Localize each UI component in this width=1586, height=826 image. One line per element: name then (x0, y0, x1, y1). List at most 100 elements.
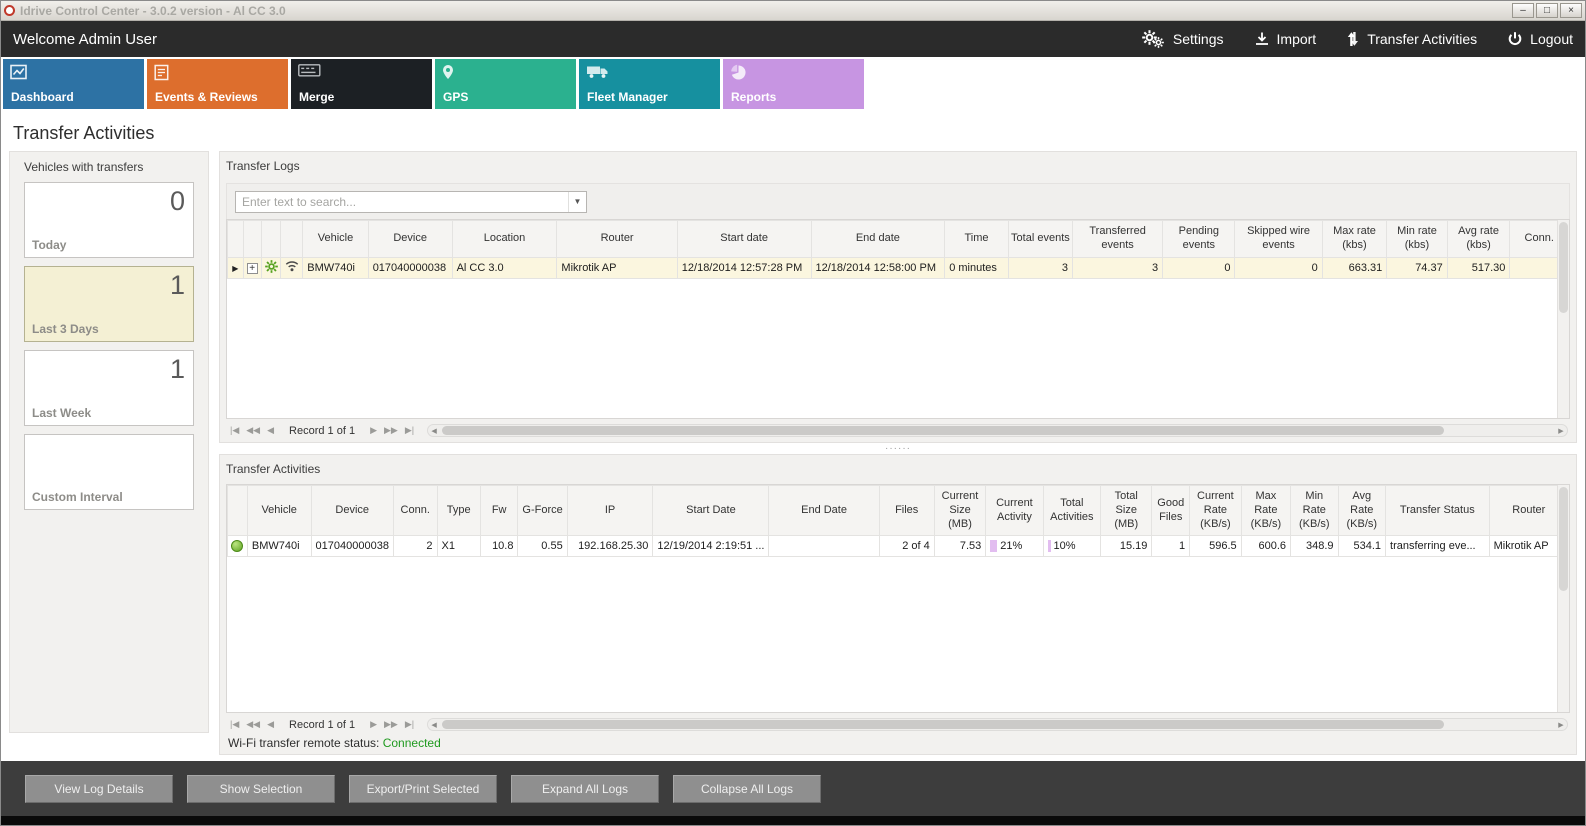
scroll-left-arrow[interactable]: ◀ (428, 719, 440, 730)
pager-first-button[interactable]: |◀ (228, 719, 241, 730)
column-header[interactable]: Current Activity (986, 486, 1043, 536)
row-status-cell (228, 536, 248, 557)
row-indicator-cell: ▶ (228, 257, 244, 278)
tile-fleet-manager[interactable]: Fleet Manager (579, 59, 720, 109)
export-print-selected-button[interactable]: Export/Print Selected (349, 775, 497, 803)
bottom-strip (1, 816, 1585, 825)
scroll-right-arrow[interactable]: ▶ (1555, 425, 1567, 436)
column-header[interactable]: Avg rate (kbs) (1447, 221, 1510, 258)
horizontal-scrollbar[interactable]: ◀ ▶ (427, 424, 1568, 437)
pager-next-button[interactable]: ▶ (368, 425, 379, 436)
column-header[interactable]: Transferred events (1073, 221, 1163, 258)
vertical-scrollbar[interactable] (1557, 220, 1569, 418)
column-header[interactable]: Total events (1008, 221, 1072, 258)
column-header[interactable]: Min rate (kbs) (1387, 221, 1447, 258)
maximize-button[interactable]: □ (1536, 3, 1558, 18)
column-header[interactable]: Current Size (MB) (934, 486, 986, 536)
card-last-3-days[interactable]: 1 Last 3 Days (24, 266, 194, 342)
tile-dashboard[interactable]: Dashboard (3, 59, 144, 109)
table-cell: 10.8 (480, 536, 518, 557)
pager-prev-button[interactable]: ◀ (265, 719, 276, 730)
column-header[interactable]: G-Force (518, 486, 567, 536)
column-header[interactable]: Current Rate (KB/s) (1190, 486, 1242, 536)
transfer-activities-button[interactable]: Transfer Activities (1346, 31, 1477, 47)
column-header[interactable]: Pending events (1163, 221, 1235, 258)
settings-button[interactable]: Settings (1142, 30, 1224, 49)
card-custom-interval[interactable]: Custom Interval (24, 434, 194, 510)
column-header[interactable]: Location (452, 221, 557, 258)
column-header[interactable]: Files (879, 486, 934, 536)
view-log-details-button[interactable]: View Log Details (25, 775, 173, 803)
scroll-right-arrow[interactable]: ▶ (1555, 719, 1567, 730)
minimize-button[interactable]: – (1512, 3, 1534, 18)
header-row: VehicleDeviceConn.TypeFwG-ForceIPStart D… (228, 486, 1569, 536)
column-header[interactable]: Avg Rate (KB/s) (1338, 486, 1385, 536)
tile-reports[interactable]: Reports (723, 59, 864, 109)
expand-all-logs-button[interactable]: Expand All Logs (511, 775, 659, 803)
column-header[interactable]: Skipped wire events (1235, 221, 1322, 258)
column-header[interactable]: Total Size (MB) (1101, 486, 1152, 536)
column-header[interactable]: End date (811, 221, 945, 258)
pager-next-page-button[interactable]: ▶▶ (382, 719, 400, 730)
column-header[interactable]: Time (945, 221, 1009, 258)
panel-splitter[interactable]: ······ (219, 443, 1577, 454)
show-selection-button[interactable]: Show Selection (187, 775, 335, 803)
table-row[interactable]: ▶+BMW740i017040000038Al CC 3.0Mikrotik A… (228, 257, 1569, 278)
expand-plus-icon[interactable]: + (247, 263, 258, 274)
card-today[interactable]: 0 Today (24, 182, 194, 258)
column-header[interactable]: Type (437, 486, 480, 536)
column-header[interactable]: Start Date (653, 486, 769, 536)
card-last-week[interactable]: 1 Last Week (24, 350, 194, 426)
appbar-actions: Settings Import Transfer Activities Logo… (1142, 30, 1573, 49)
pager-last-button[interactable]: ▶| (403, 425, 416, 436)
tile-events-reviews[interactable]: Events & Reviews (147, 59, 288, 109)
scrollbar-thumb[interactable] (1559, 222, 1568, 313)
column-header[interactable]: Vehicle (303, 221, 368, 258)
pager-prev-page-button[interactable]: ◀◀ (244, 719, 262, 730)
pager-prev-page-button[interactable]: ◀◀ (244, 425, 262, 436)
search-input[interactable] (236, 195, 568, 209)
tile-gps[interactable]: GPS (435, 59, 576, 109)
scrollbar-thumb[interactable] (1559, 487, 1568, 591)
pager-next-button[interactable]: ▶ (368, 719, 379, 730)
column-header[interactable]: Max rate (kbs) (1322, 221, 1387, 258)
table-cell: BMW740i (247, 536, 311, 557)
pager-last-button[interactable]: ▶| (403, 719, 416, 730)
column-header[interactable]: Router (557, 221, 677, 258)
logout-button[interactable]: Logout (1507, 31, 1573, 47)
row-gear-cell (261, 257, 281, 278)
row-expand-cell[interactable]: + (243, 257, 261, 278)
pager-next-page-button[interactable]: ▶▶ (382, 425, 400, 436)
column-header[interactable]: Vehicle (247, 486, 311, 536)
wifi-status-value: Connected (383, 736, 441, 750)
column-header[interactable]: Min Rate (KB/s) (1291, 486, 1338, 536)
welcome-text: Welcome Admin User (13, 31, 157, 48)
column-header[interactable]: Device (368, 221, 452, 258)
column-header[interactable]: Transfer Status (1386, 486, 1490, 536)
scrollbar-thumb[interactable] (442, 426, 1444, 435)
column-header[interactable]: Conn. (393, 486, 437, 536)
tile-merge[interactable]: Merge (291, 59, 432, 109)
scroll-left-arrow[interactable]: ◀ (428, 425, 440, 436)
column-header[interactable]: Fw (480, 486, 518, 536)
scrollbar-thumb[interactable] (442, 720, 1444, 729)
vertical-scrollbar[interactable] (1557, 485, 1569, 712)
page-title: Transfer Activities (1, 111, 1585, 151)
column-header[interactable]: Good Files (1152, 486, 1190, 536)
pager-prev-button[interactable]: ◀ (265, 425, 276, 436)
close-button[interactable]: × (1560, 3, 1582, 18)
column-header[interactable]: IP (567, 486, 653, 536)
collapse-all-logs-button[interactable]: Collapse All Logs (673, 775, 821, 803)
import-button[interactable]: Import (1254, 31, 1317, 47)
horizontal-scrollbar[interactable]: ◀ ▶ (427, 718, 1568, 731)
table-row[interactable]: BMW740i0170400000382X110.80.55192.168.25… (228, 536, 1569, 557)
pager-first-button[interactable]: |◀ (228, 425, 241, 436)
search-dropdown-button[interactable]: ▼ (568, 192, 586, 212)
column-header[interactable]: Device (311, 486, 393, 536)
column-header[interactable]: Total Activities (1043, 486, 1101, 536)
column-header[interactable]: Max Rate (KB/s) (1241, 486, 1290, 536)
column-header[interactable]: End Date (769, 486, 879, 536)
column-header[interactable]: Start date (677, 221, 811, 258)
tile-label: Dashboard (11, 90, 74, 104)
table-cell: Mikrotik AP (557, 257, 677, 278)
